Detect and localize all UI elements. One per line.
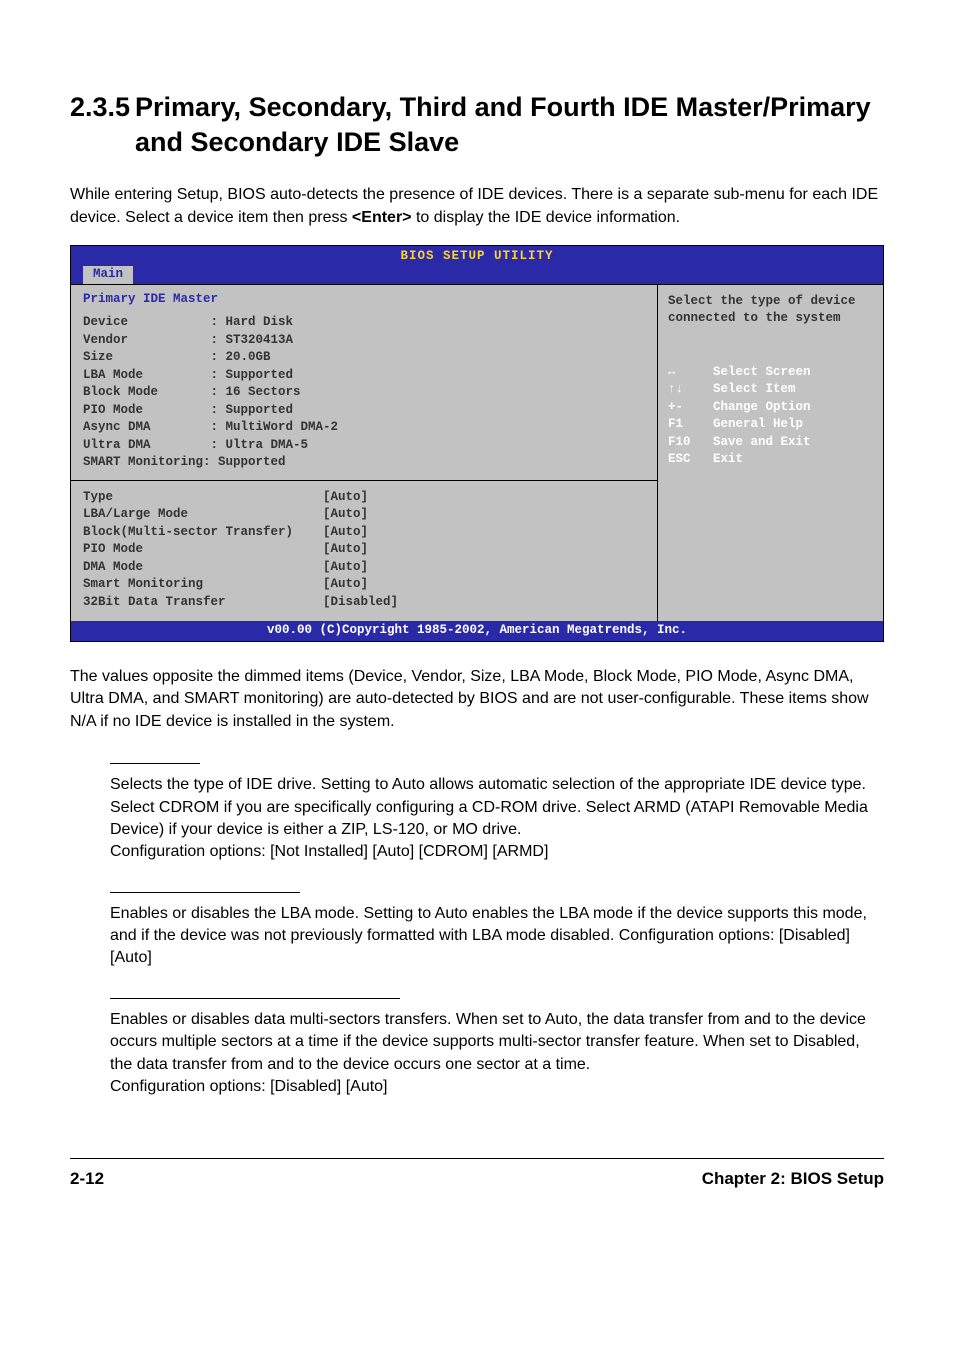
heading-number: 2.3.5 xyxy=(70,90,135,160)
term-lba: Enables or disables the LBA mode. Settin… xyxy=(110,892,884,970)
term-type: Selects the type of IDE drive. Setting t… xyxy=(110,763,884,864)
bios-info-row: PIO Mode : Supported xyxy=(83,402,645,420)
bios-key-row: ↔Select Screen xyxy=(668,364,873,382)
bios-setting-row: Type[Auto] xyxy=(83,489,645,507)
bios-tab-main: Main xyxy=(83,266,133,284)
bios-settings: Type[Auto] LBA/Large Mode[Auto] Block(Mu… xyxy=(71,481,657,622)
term-config: Configuration options: [Disabled] [Auto] xyxy=(110,1076,884,1098)
bios-key-row: F1General Help xyxy=(668,416,873,434)
bios-section-title: Primary IDE Master xyxy=(71,285,657,313)
bios-setting-row: DMA Mode[Auto] xyxy=(83,559,645,577)
term-text: Enables or disables the LBA mode. Settin… xyxy=(110,903,884,970)
term-config: Configuration options: [Not Installed] [… xyxy=(110,841,884,863)
bios-help-text: Select the type of device connected to t… xyxy=(668,293,873,328)
bios-device-info: Device : Hard Disk Vendor : ST320413A Si… xyxy=(71,312,657,480)
bios-key-row: +-Change Option xyxy=(668,399,873,417)
intro-paragraph: While entering Setup, BIOS auto-detects … xyxy=(70,184,884,229)
bios-key-row: F10Save and Exit xyxy=(668,434,873,452)
chapter-label: Chapter 2: BIOS Setup xyxy=(702,1167,884,1191)
bios-info-row: Async DMA : MultiWord DMA-2 xyxy=(83,419,645,437)
bios-info-row: Block Mode : 16 Sectors xyxy=(83,384,645,402)
bios-setting-row: Block(Multi-sector Transfer)[Auto] xyxy=(83,524,645,542)
bios-key-row: ↑↓Select Item xyxy=(668,381,873,399)
bios-copyright: v00.00 (C)Copyright 1985-2002, American … xyxy=(71,621,883,641)
bios-key-row: ESCExit xyxy=(668,451,873,469)
term-divider xyxy=(110,892,300,893)
bios-title: BIOS SETUP UTILITY xyxy=(71,246,883,267)
bios-setting-row: PIO Mode[Auto] xyxy=(83,541,645,559)
bios-info-row: SMART Monitoring: Supported xyxy=(83,454,645,472)
bios-setting-row: 32Bit Data Transfer[Disabled] xyxy=(83,594,645,612)
page-footer: 2-12 Chapter 2: BIOS Setup xyxy=(70,1158,884,1191)
heading-title: Primary, Secondary, Third and Fourth IDE… xyxy=(135,90,884,160)
bios-tab-bar: Main xyxy=(71,266,883,284)
term-text: Enables or disables data multi-sectors t… xyxy=(110,1009,884,1076)
bios-screenshot: BIOS SETUP UTILITY Main Primary IDE Mast… xyxy=(70,245,884,642)
bios-info-row: Device : Hard Disk xyxy=(83,314,645,332)
bios-info-row: Size : 20.0GB xyxy=(83,349,645,367)
term-divider xyxy=(110,998,400,999)
term-block: Enables or disables data multi-sectors t… xyxy=(110,998,884,1099)
bios-setting-row: Smart Monitoring[Auto] xyxy=(83,576,645,594)
body-paragraph: The values opposite the dimmed items (De… xyxy=(70,666,884,733)
bios-setting-row: LBA/Large Mode[Auto] xyxy=(83,506,645,524)
bios-info-row: LBA Mode : Supported xyxy=(83,367,645,385)
page-number: 2-12 xyxy=(70,1167,104,1191)
bios-info-row: Vendor : ST320413A xyxy=(83,332,645,350)
section-heading: 2.3.5 Primary, Secondary, Third and Four… xyxy=(70,90,884,160)
bios-info-row: Ultra DMA : Ultra DMA-5 xyxy=(83,437,645,455)
term-divider xyxy=(110,763,200,764)
term-text: Selects the type of IDE drive. Setting t… xyxy=(110,774,884,841)
bios-key-help: ↔Select Screen ↑↓Select Item +-Change Op… xyxy=(668,364,873,469)
